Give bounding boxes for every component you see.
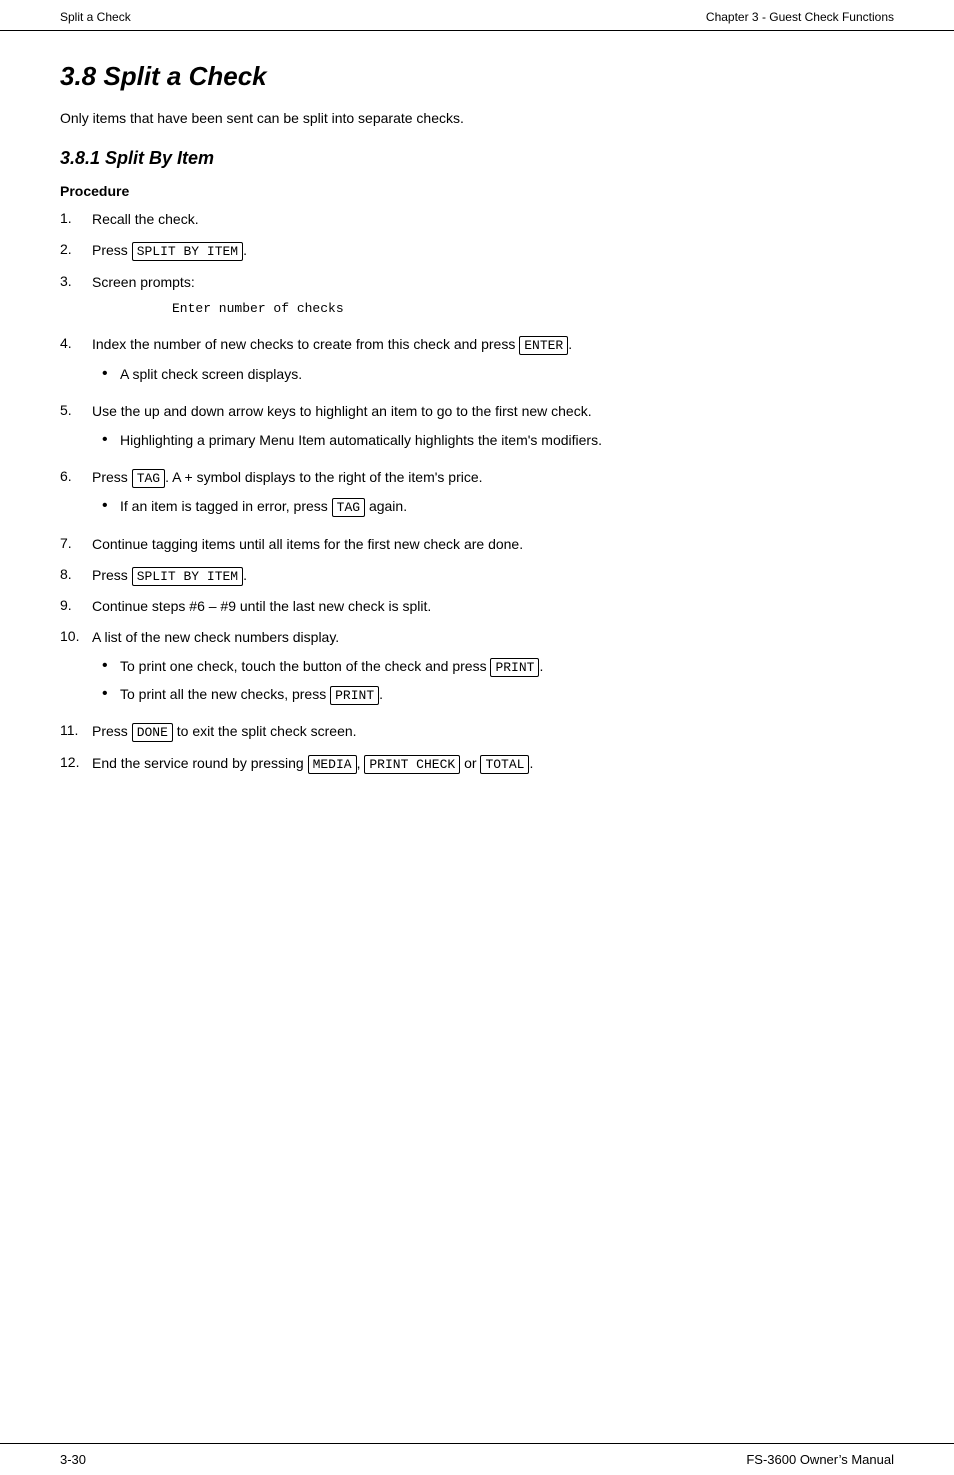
- step-6-content: Press TAG. A + symbol displays to the ri…: [92, 467, 894, 524]
- step-9-num: 9.: [60, 596, 92, 613]
- step-9: 9. Continue steps #6 – #9 until the last…: [60, 596, 894, 617]
- step-12-content: End the service round by pressing MEDIA,…: [92, 753, 894, 775]
- step-6-bullets: • If an item is tagged in error, press T…: [102, 496, 894, 518]
- step-10: 10. A list of the new check numbers disp…: [60, 627, 894, 711]
- key-print-check: PRINT CHECK: [364, 755, 460, 774]
- step-7: 7. Continue tagging items until all item…: [60, 534, 894, 555]
- step-3-num: 3.: [60, 272, 92, 289]
- key-media: MEDIA: [308, 755, 357, 774]
- key-print-2: PRINT: [330, 686, 379, 705]
- footer-right: FS-3600 Owner’s Manual: [746, 1452, 894, 1467]
- step-8-content: Press SPLIT BY ITEM.: [92, 565, 894, 587]
- step-11-num: 11.: [60, 721, 92, 738]
- step-3-content: Screen prompts: Enter number of checks: [92, 272, 894, 325]
- key-total: TOTAL: [480, 755, 529, 774]
- step-1-num: 1.: [60, 209, 92, 226]
- step-12: 12. End the service round by pressing ME…: [60, 753, 894, 775]
- key-split-by-item-2: SPLIT BY ITEM: [132, 567, 243, 586]
- step-1: 1. Recall the check.: [60, 209, 894, 230]
- key-split-by-item-1: SPLIT BY ITEM: [132, 242, 243, 261]
- step-4-content: Index the number of new checks to create…: [92, 334, 894, 391]
- step-1-content: Recall the check.: [92, 209, 894, 230]
- header-left: Split a Check: [60, 10, 131, 24]
- step-5: 5. Use the up and down arrow keys to hig…: [60, 401, 894, 457]
- key-done: DONE: [132, 723, 173, 742]
- step-8-num: 8.: [60, 565, 92, 582]
- step-7-num: 7.: [60, 534, 92, 551]
- step-4-num: 4.: [60, 334, 92, 351]
- key-print-1: PRINT: [490, 658, 539, 677]
- screen-prompt: Enter number of checks: [172, 299, 894, 319]
- step-7-content: Continue tagging items until all items f…: [92, 534, 894, 555]
- step-4: 4. Index the number of new checks to cre…: [60, 334, 894, 391]
- step-5-bullets: • Highlighting a primary Menu Item autom…: [102, 430, 894, 451]
- step-4-bullet-1: • A split check screen displays.: [102, 364, 894, 385]
- intro-text: Only items that have been sent can be sp…: [60, 110, 894, 126]
- key-tag-2: TAG: [332, 498, 365, 517]
- step-10-bullet-2: • To print all the new checks, press PRI…: [102, 684, 894, 706]
- page: Split a Check Chapter 3 - Guest Check Fu…: [0, 0, 954, 1475]
- steps-list: 1. Recall the check. 2. Press SPLIT BY I…: [60, 209, 894, 774]
- step-6: 6. Press TAG. A + symbol displays to the…: [60, 467, 894, 524]
- footer-left: 3-30: [60, 1452, 86, 1467]
- key-enter: ENTER: [519, 336, 568, 355]
- header: Split a Check Chapter 3 - Guest Check Fu…: [0, 0, 954, 31]
- step-2: 2. Press SPLIT BY ITEM.: [60, 240, 894, 262]
- step-9-content: Continue steps #6 – #9 until the last ne…: [92, 596, 894, 617]
- key-tag-1: TAG: [132, 469, 165, 488]
- step-3: 3. Screen prompts: Enter number of check…: [60, 272, 894, 325]
- step-10-bullet-1: • To print one check, touch the button o…: [102, 656, 894, 678]
- step-11-content: Press DONE to exit the split check scree…: [92, 721, 894, 743]
- step-10-num: 10.: [60, 627, 92, 644]
- procedure-heading: Procedure: [60, 183, 894, 199]
- step-12-num: 12.: [60, 753, 92, 770]
- step-5-content: Use the up and down arrow keys to highli…: [92, 401, 894, 457]
- step-5-num: 5.: [60, 401, 92, 418]
- step-5-bullet-1: • Highlighting a primary Menu Item autom…: [102, 430, 894, 451]
- section-381-title: 3.8.1 Split By Item: [60, 148, 894, 169]
- header-right: Chapter 3 - Guest Check Functions: [706, 10, 894, 24]
- step-11: 11. Press DONE to exit the split check s…: [60, 721, 894, 743]
- footer: 3-30 FS-3600 Owner’s Manual: [0, 1443, 954, 1475]
- chapter-title: 3.8 Split a Check: [60, 61, 894, 92]
- content: 3.8 Split a Check Only items that have b…: [0, 31, 954, 1443]
- step-6-bullet-1: • If an item is tagged in error, press T…: [102, 496, 894, 518]
- step-10-content: A list of the new check numbers display.…: [92, 627, 894, 711]
- step-8: 8. Press SPLIT BY ITEM.: [60, 565, 894, 587]
- step-4-bullets: • A split check screen displays.: [102, 364, 894, 385]
- step-2-num: 2.: [60, 240, 92, 257]
- step-6-num: 6.: [60, 467, 92, 484]
- step-10-bullets: • To print one check, touch the button o…: [102, 656, 894, 705]
- step-2-content: Press SPLIT BY ITEM.: [92, 240, 894, 262]
